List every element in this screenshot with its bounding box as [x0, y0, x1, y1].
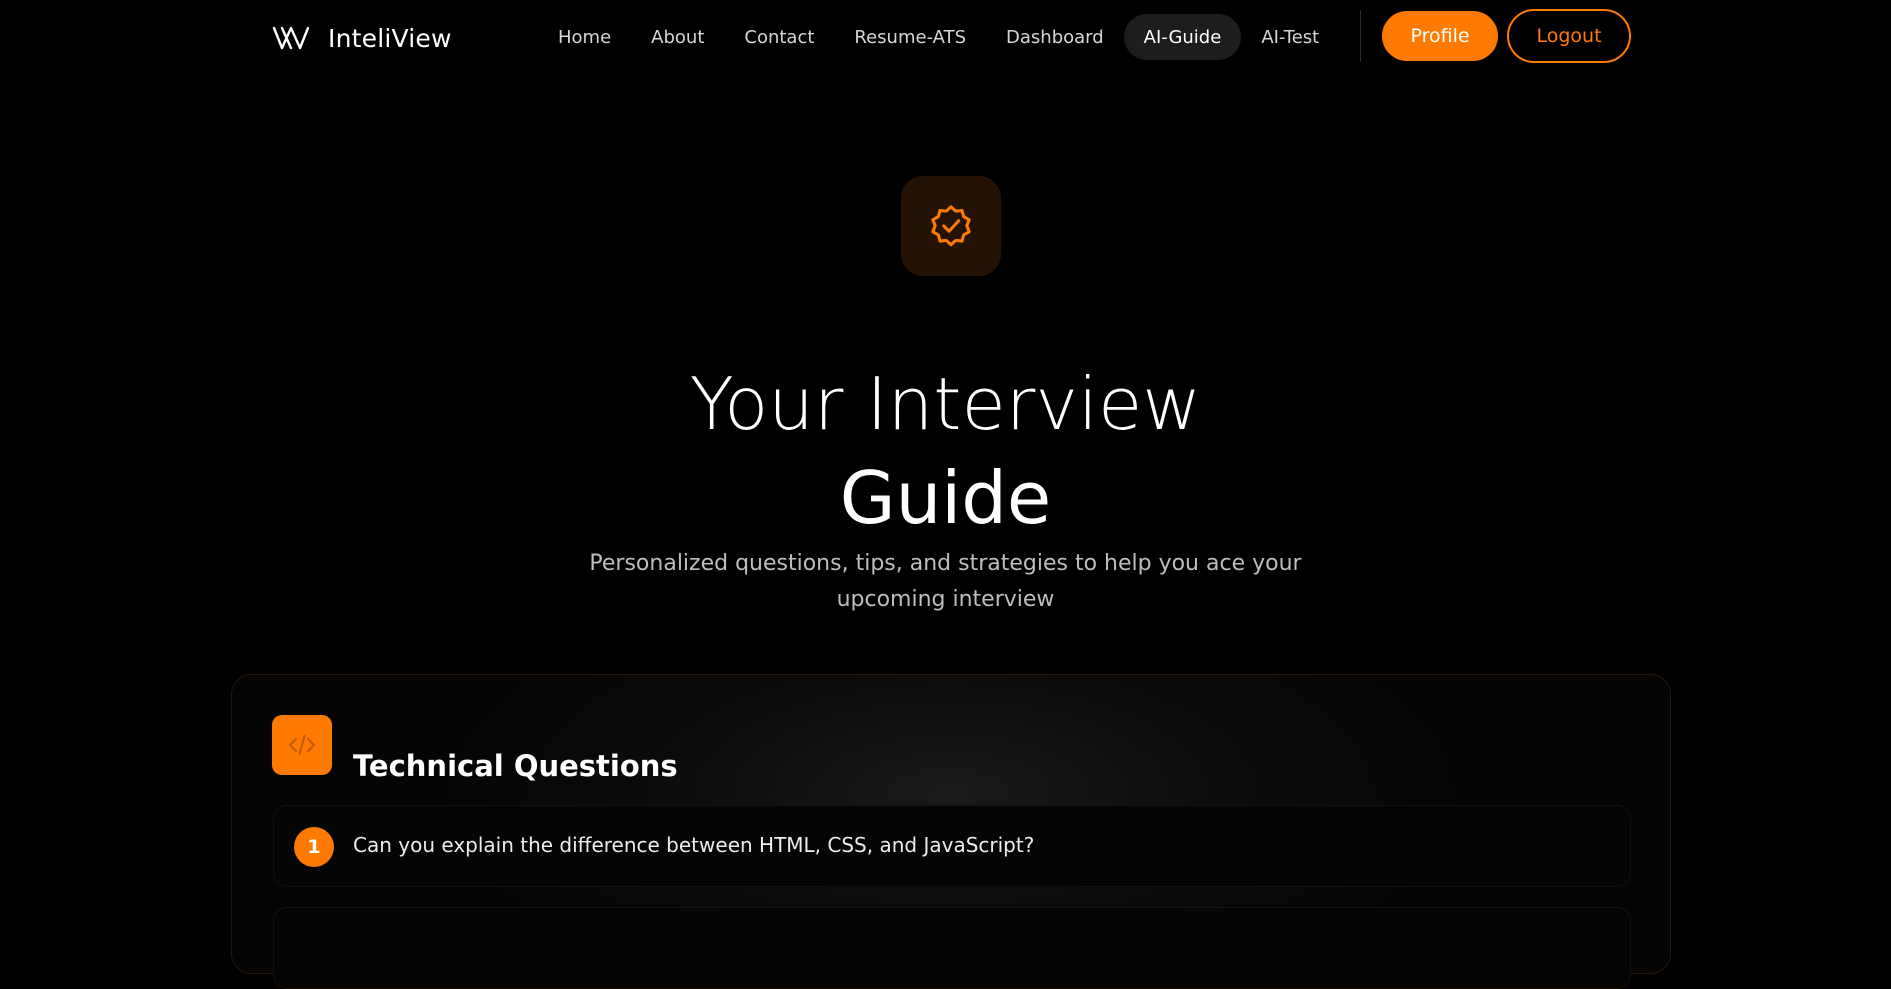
hero-title-line2: Guide: [839, 456, 1052, 541]
nav-link-dashboard[interactable]: Dashboard: [986, 14, 1124, 60]
question-item-partial[interactable]: [273, 907, 1631, 989]
nav-link-home[interactable]: Home: [538, 14, 631, 60]
nav-link-contact[interactable]: Contact: [724, 14, 834, 60]
code-icon: [288, 734, 316, 756]
hero-badge: [901, 176, 1001, 276]
section-title: Technical Questions: [353, 749, 678, 784]
nav-link-about[interactable]: About: [631, 14, 724, 60]
brand[interactable]: InteliView: [272, 18, 452, 58]
brand-name: InteliView: [328, 23, 452, 53]
w-logo-icon: [272, 26, 310, 50]
top-navbar: InteliView Home About Contact Resume-ATS…: [0, 0, 1891, 74]
question-text: Can you explain the difference between H…: [353, 833, 1035, 857]
nav-divider: [1360, 10, 1361, 62]
section-icon-box: [272, 715, 332, 775]
profile-button[interactable]: Profile: [1382, 11, 1498, 61]
question-item[interactable]: 1 Can you explain the difference between…: [273, 805, 1631, 887]
hero-subtitle: Personalized questions, tips, and strate…: [589, 551, 1302, 612]
nav-link-ai-test[interactable]: AI-Test: [1241, 14, 1339, 60]
logout-button[interactable]: Logout: [1507, 9, 1631, 63]
nav-link-ai-guide[interactable]: AI-Guide: [1123, 14, 1242, 60]
nav-link-resume-ats[interactable]: Resume-ATS: [834, 14, 986, 60]
verified-badge-icon: [931, 205, 971, 247]
hero-title-line1: Your Interview: [689, 362, 1202, 447]
main-nav: Home About Contact Resume-ATS Dashboard …: [538, 14, 1339, 60]
technical-questions-card: Technical Questions 1 Can you explain th…: [231, 674, 1671, 989]
question-number-badge: 1: [294, 827, 334, 867]
